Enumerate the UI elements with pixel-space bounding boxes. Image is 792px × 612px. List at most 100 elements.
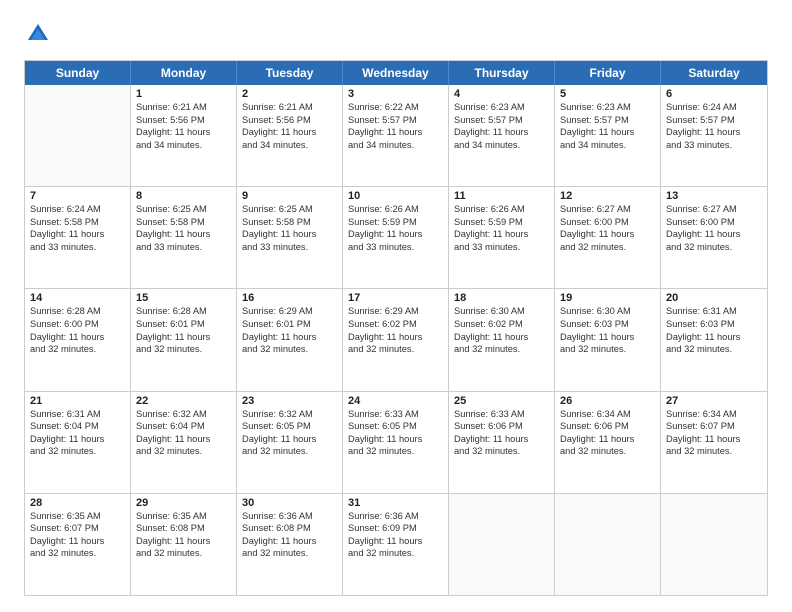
daylight-text-2: and 33 minutes.: [348, 241, 443, 254]
sunset-text: Sunset: 6:03 PM: [666, 318, 762, 331]
calendar-cell: 11Sunrise: 6:26 AMSunset: 5:59 PMDayligh…: [449, 187, 555, 288]
daylight-text-2: and 32 minutes.: [242, 343, 337, 356]
calendar-cell: 12Sunrise: 6:27 AMSunset: 6:00 PMDayligh…: [555, 187, 661, 288]
sunset-text: Sunset: 6:00 PM: [666, 216, 762, 229]
sunrise-text: Sunrise: 6:29 AM: [242, 305, 337, 318]
calendar-cell: 14Sunrise: 6:28 AMSunset: 6:00 PMDayligh…: [25, 289, 131, 390]
day-number: 9: [242, 190, 337, 202]
sunrise-text: Sunrise: 6:21 AM: [242, 101, 337, 114]
sunset-text: Sunset: 6:05 PM: [242, 420, 337, 433]
sunset-text: Sunset: 5:57 PM: [560, 114, 655, 127]
header-day-friday: Friday: [555, 61, 661, 85]
calendar-cell: 6Sunrise: 6:24 AMSunset: 5:57 PMDaylight…: [661, 85, 767, 186]
daylight-text-2: and 32 minutes.: [666, 445, 762, 458]
daylight-text-2: and 34 minutes.: [454, 139, 549, 152]
daylight-text-1: Daylight: 11 hours: [454, 126, 549, 139]
sunrise-text: Sunrise: 6:32 AM: [136, 408, 231, 421]
sunset-text: Sunset: 5:56 PM: [136, 114, 231, 127]
daylight-text-1: Daylight: 11 hours: [136, 126, 231, 139]
calendar-cell: 10Sunrise: 6:26 AMSunset: 5:59 PMDayligh…: [343, 187, 449, 288]
sunset-text: Sunset: 6:06 PM: [454, 420, 549, 433]
sunrise-text: Sunrise: 6:23 AM: [454, 101, 549, 114]
header: [24, 20, 768, 48]
daylight-text-2: and 32 minutes.: [30, 445, 125, 458]
daylight-text-2: and 34 minutes.: [560, 139, 655, 152]
day-number: 22: [136, 395, 231, 407]
sunrise-text: Sunrise: 6:34 AM: [666, 408, 762, 421]
day-number: 6: [666, 88, 762, 100]
calendar-header: SundayMondayTuesdayWednesdayThursdayFrid…: [25, 61, 767, 85]
sunset-text: Sunset: 6:03 PM: [560, 318, 655, 331]
day-number: 7: [30, 190, 125, 202]
sunrise-text: Sunrise: 6:33 AM: [454, 408, 549, 421]
day-number: 12: [560, 190, 655, 202]
daylight-text-2: and 34 minutes.: [348, 139, 443, 152]
daylight-text-1: Daylight: 11 hours: [30, 331, 125, 344]
header-day-sunday: Sunday: [25, 61, 131, 85]
sunset-text: Sunset: 5:57 PM: [348, 114, 443, 127]
daylight-text-1: Daylight: 11 hours: [136, 331, 231, 344]
sunrise-text: Sunrise: 6:26 AM: [454, 203, 549, 216]
day-number: 25: [454, 395, 549, 407]
sunset-text: Sunset: 5:59 PM: [454, 216, 549, 229]
sunrise-text: Sunrise: 6:24 AM: [666, 101, 762, 114]
daylight-text-1: Daylight: 11 hours: [136, 433, 231, 446]
day-number: 3: [348, 88, 443, 100]
header-day-wednesday: Wednesday: [343, 61, 449, 85]
daylight-text-1: Daylight: 11 hours: [560, 433, 655, 446]
calendar-cell: 7Sunrise: 6:24 AMSunset: 5:58 PMDaylight…: [25, 187, 131, 288]
daylight-text-1: Daylight: 11 hours: [136, 228, 231, 241]
daylight-text-2: and 32 minutes.: [348, 445, 443, 458]
daylight-text-1: Daylight: 11 hours: [560, 331, 655, 344]
daylight-text-1: Daylight: 11 hours: [454, 228, 549, 241]
calendar-cell: 1Sunrise: 6:21 AMSunset: 5:56 PMDaylight…: [131, 85, 237, 186]
calendar-row-4: 21Sunrise: 6:31 AMSunset: 6:04 PMDayligh…: [25, 391, 767, 493]
daylight-text-1: Daylight: 11 hours: [348, 228, 443, 241]
sunrise-text: Sunrise: 6:28 AM: [30, 305, 125, 318]
sunrise-text: Sunrise: 6:23 AM: [560, 101, 655, 114]
daylight-text-1: Daylight: 11 hours: [560, 228, 655, 241]
sunset-text: Sunset: 5:56 PM: [242, 114, 337, 127]
daylight-text-1: Daylight: 11 hours: [454, 331, 549, 344]
daylight-text-1: Daylight: 11 hours: [30, 535, 125, 548]
calendar-cell: 9Sunrise: 6:25 AMSunset: 5:58 PMDaylight…: [237, 187, 343, 288]
day-number: 10: [348, 190, 443, 202]
calendar-cell: 15Sunrise: 6:28 AMSunset: 6:01 PMDayligh…: [131, 289, 237, 390]
day-number: 27: [666, 395, 762, 407]
calendar-body: 1Sunrise: 6:21 AMSunset: 5:56 PMDaylight…: [25, 85, 767, 595]
daylight-text-2: and 32 minutes.: [454, 445, 549, 458]
calendar-cell: 8Sunrise: 6:25 AMSunset: 5:58 PMDaylight…: [131, 187, 237, 288]
daylight-text-2: and 32 minutes.: [666, 343, 762, 356]
sunset-text: Sunset: 6:08 PM: [242, 522, 337, 535]
calendar-cell: 29Sunrise: 6:35 AMSunset: 6:08 PMDayligh…: [131, 494, 237, 595]
calendar-cell: 19Sunrise: 6:30 AMSunset: 6:03 PMDayligh…: [555, 289, 661, 390]
sunset-text: Sunset: 5:57 PM: [454, 114, 549, 127]
calendar-row-1: 1Sunrise: 6:21 AMSunset: 5:56 PMDaylight…: [25, 85, 767, 186]
daylight-text-2: and 32 minutes.: [136, 343, 231, 356]
sunset-text: Sunset: 6:01 PM: [242, 318, 337, 331]
calendar-cell: 3Sunrise: 6:22 AMSunset: 5:57 PMDaylight…: [343, 85, 449, 186]
sunset-text: Sunset: 6:00 PM: [30, 318, 125, 331]
daylight-text-1: Daylight: 11 hours: [666, 433, 762, 446]
calendar-cell: 31Sunrise: 6:36 AMSunset: 6:09 PMDayligh…: [343, 494, 449, 595]
day-number: 2: [242, 88, 337, 100]
calendar-cell: [555, 494, 661, 595]
sunrise-text: Sunrise: 6:35 AM: [30, 510, 125, 523]
calendar-cell: 16Sunrise: 6:29 AMSunset: 6:01 PMDayligh…: [237, 289, 343, 390]
daylight-text-1: Daylight: 11 hours: [348, 331, 443, 344]
sunrise-text: Sunrise: 6:35 AM: [136, 510, 231, 523]
header-day-thursday: Thursday: [449, 61, 555, 85]
day-number: 18: [454, 292, 549, 304]
calendar-cell: 2Sunrise: 6:21 AMSunset: 5:56 PMDaylight…: [237, 85, 343, 186]
sunrise-text: Sunrise: 6:34 AM: [560, 408, 655, 421]
day-number: 31: [348, 497, 443, 509]
daylight-text-2: and 34 minutes.: [242, 139, 337, 152]
calendar-cell: 30Sunrise: 6:36 AMSunset: 6:08 PMDayligh…: [237, 494, 343, 595]
daylight-text-1: Daylight: 11 hours: [666, 126, 762, 139]
calendar-cell: 24Sunrise: 6:33 AMSunset: 6:05 PMDayligh…: [343, 392, 449, 493]
sunset-text: Sunset: 6:05 PM: [348, 420, 443, 433]
calendar-cell: 4Sunrise: 6:23 AMSunset: 5:57 PMDaylight…: [449, 85, 555, 186]
day-number: 15: [136, 292, 231, 304]
daylight-text-1: Daylight: 11 hours: [242, 433, 337, 446]
sunset-text: Sunset: 6:08 PM: [136, 522, 231, 535]
